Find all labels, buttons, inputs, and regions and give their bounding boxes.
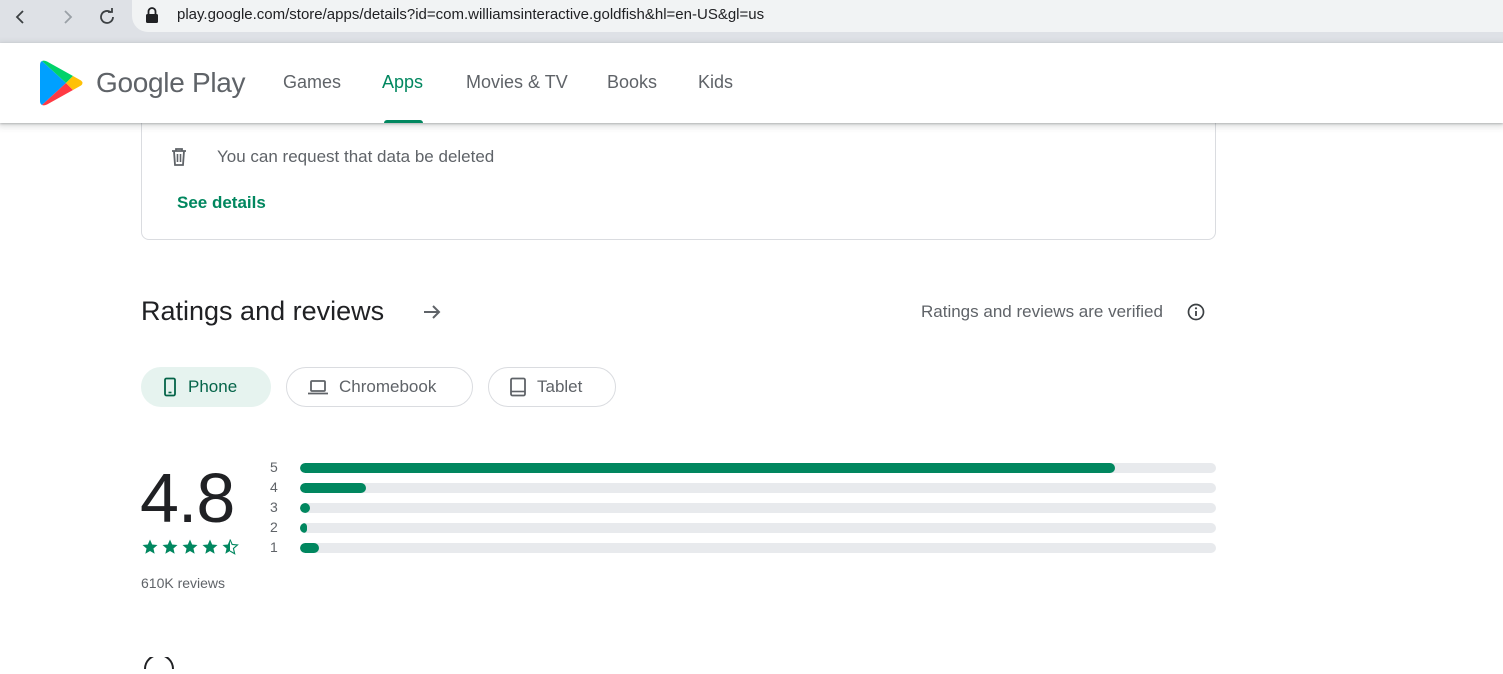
chip-label: Phone (188, 377, 238, 396)
rating-bar-fill (300, 523, 308, 533)
average-rating: 4.8 (140, 459, 235, 537)
rating-bar-track (300, 543, 1216, 553)
rating-bar-fill (300, 543, 320, 553)
rating-bar-1: 1 (270, 539, 1216, 555)
lock-icon (144, 6, 160, 29)
rating-bar-fill (300, 463, 1116, 473)
star-full-icon (162, 539, 178, 554)
trash-icon (168, 146, 190, 173)
tab-movies-tv[interactable]: Movies & TV (466, 72, 568, 93)
laptop-icon (308, 380, 328, 395)
forward-button[interactable] (54, 4, 80, 30)
rating-bar-label: 4 (270, 479, 278, 495)
chip-chromebook[interactable]: Chromebook (286, 367, 473, 407)
rating-bar-label: 5 (270, 459, 278, 475)
forward-arrow-icon (64, 10, 73, 24)
arrow-right-icon (424, 305, 441, 319)
browser-toolbar: play.google.com/store/apps/details?id=co… (0, 0, 1503, 43)
rating-bar-3: 3 (270, 499, 1216, 515)
back-arrow-icon (15, 10, 24, 24)
rating-bar-5: 5 (270, 459, 1216, 475)
ratings-arrow-button[interactable] (420, 300, 444, 329)
rating-bar-label: 1 (270, 539, 278, 555)
phone-icon (164, 377, 176, 397)
star-rating (141, 538, 239, 556)
rating-bar-track (300, 463, 1216, 473)
star-full-icon (202, 539, 218, 554)
reload-icon (100, 8, 114, 24)
rating-bar-fill (300, 483, 366, 493)
rating-bar-2: 2 (270, 519, 1216, 535)
reload-button[interactable] (94, 4, 120, 30)
tab-books[interactable]: Books (607, 72, 657, 93)
see-details-link[interactable]: See details (177, 193, 266, 213)
chip-tablet[interactable]: Tablet (488, 367, 616, 407)
ratings-section-title: Ratings and reviews (141, 296, 385, 326)
star-half-icon (222, 539, 239, 555)
address-bar[interactable]: play.google.com/store/apps/details?id=co… (132, 0, 1503, 32)
tab-games[interactable]: Games (283, 72, 341, 93)
chip-label: Chromebook (339, 377, 437, 396)
info-icon[interactable] (1186, 302, 1206, 327)
url-text: play.google.com/store/apps/details?id=co… (177, 6, 765, 23)
reviews-count: 610K reviews (141, 575, 226, 591)
data-deletion-text: You can request that data be deleted (217, 147, 495, 166)
rating-bar-4: 4 (270, 479, 1216, 495)
verified-text: Ratings and reviews are verified (921, 302, 1163, 321)
star-full-icon (182, 539, 198, 554)
rating-bar-track (300, 483, 1216, 493)
play-header: Google Play Games Apps Movies & TV Books… (0, 43, 1503, 123)
tablet-icon (510, 377, 526, 397)
chip-label: Tablet (537, 377, 583, 396)
rating-bar-track (300, 503, 1216, 513)
rating-bar-label: 3 (270, 499, 278, 515)
rating-bar-track (300, 523, 1216, 533)
back-button[interactable] (8, 4, 34, 30)
rating-bar-label: 2 (270, 519, 278, 535)
brand-name: Google Play (96, 67, 246, 98)
active-tab-indicator (384, 120, 423, 123)
tab-apps[interactable]: Apps (382, 72, 423, 93)
google-play-logo-icon (40, 60, 83, 106)
reviewer-avatar-icon (141, 654, 177, 674)
tab-kids[interactable]: Kids (698, 72, 733, 93)
chip-phone[interactable]: Phone (141, 367, 271, 407)
rating-bar-fill (300, 503, 311, 513)
star-full-icon (142, 539, 158, 554)
